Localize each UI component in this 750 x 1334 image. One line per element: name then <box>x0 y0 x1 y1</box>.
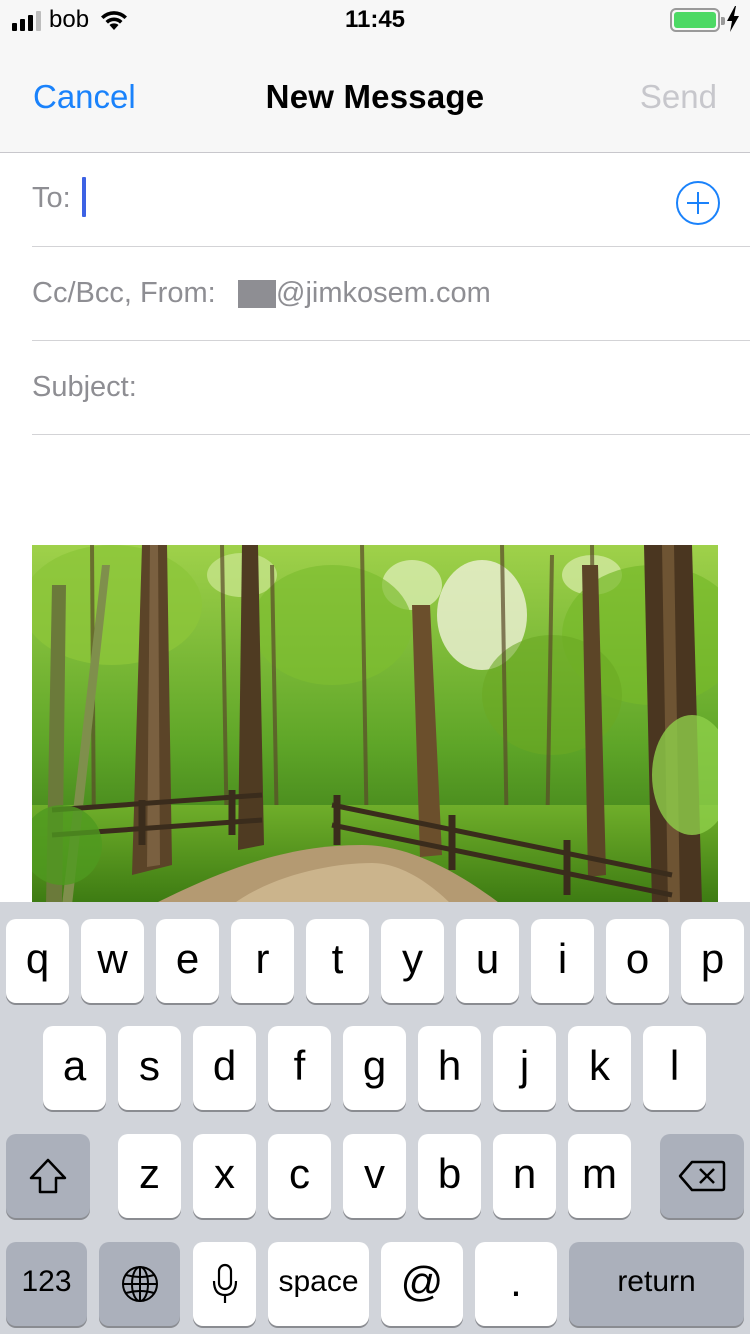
key-r[interactable]: r <box>231 919 294 1003</box>
key-label: @ <box>400 1258 444 1305</box>
key-c[interactable]: c <box>268 1134 331 1218</box>
key-z[interactable]: z <box>118 1134 181 1218</box>
key-label: e <box>175 935 200 982</box>
key-m[interactable]: m <box>568 1134 631 1218</box>
to-field[interactable]: To: <box>32 153 750 247</box>
key-label: u <box>475 935 500 982</box>
key-label: s <box>139 1042 160 1089</box>
key-label: r <box>255 935 270 982</box>
key-label: 123 <box>21 1265 72 1298</box>
key-p[interactable]: p <box>681 919 744 1003</box>
key-j[interactable]: j <box>493 1026 556 1110</box>
key-label: p <box>700 935 725 982</box>
battery-icon <box>670 8 725 32</box>
numbers-key[interactable]: 123 <box>6 1242 87 1326</box>
key-label: d <box>212 1042 237 1089</box>
delete-key[interactable] <box>660 1134 744 1218</box>
key-label: g <box>362 1042 387 1089</box>
forest-photo-drawing <box>32 545 718 905</box>
key-label: j <box>519 1042 530 1089</box>
key-o[interactable]: o <box>606 919 669 1003</box>
shift-key[interactable] <box>6 1134 90 1218</box>
from-email: @jimkosem.com <box>276 277 491 309</box>
key-g[interactable]: g <box>343 1026 406 1110</box>
delete-icon <box>678 1160 726 1192</box>
key-label: v <box>364 1150 385 1197</box>
key-b[interactable]: b <box>418 1134 481 1218</box>
key-w[interactable]: w <box>81 919 144 1003</box>
to-label: To: <box>32 182 71 214</box>
key-label: m <box>582 1150 617 1197</box>
key-label: t <box>331 935 344 982</box>
shift-icon <box>29 1158 67 1194</box>
key-u[interactable]: u <box>456 919 519 1003</box>
key-f[interactable]: f <box>268 1026 331 1110</box>
return-key[interactable]: return <box>569 1242 744 1326</box>
key-label: n <box>512 1150 537 1197</box>
cc-bcc-from-label: Cc/Bcc, From: <box>32 277 216 309</box>
key-label: return <box>617 1265 696 1298</box>
microphone-icon <box>212 1263 237 1303</box>
status-time: 11:45 <box>344 6 406 33</box>
globe-key[interactable] <box>99 1242 180 1326</box>
key-t[interactable]: t <box>306 919 369 1003</box>
battery-cap <box>721 17 725 25</box>
key-l[interactable]: l <box>643 1026 706 1110</box>
key-label: y <box>402 935 423 982</box>
key-s[interactable]: s <box>118 1026 181 1110</box>
battery-fill <box>674 12 716 28</box>
key-label: w <box>97 935 128 982</box>
subject-label: Subject: <box>32 371 137 403</box>
page-title: New Message <box>265 78 485 115</box>
key-label: q <box>25 935 50 982</box>
navigation-bar: Cancel New Message Send <box>0 40 750 153</box>
microphone-key[interactable] <box>193 1242 256 1326</box>
keyboard: q w e r t y u i o p a s d f g h j k l z … <box>0 902 750 1334</box>
key-label: o <box>625 935 650 982</box>
key-e[interactable]: e <box>156 919 219 1003</box>
key-q[interactable]: q <box>6 919 69 1003</box>
key-x[interactable]: x <box>193 1134 256 1218</box>
forest-photo[interactable] <box>32 545 718 905</box>
add-contact-icon[interactable] <box>676 181 720 225</box>
key-y[interactable]: y <box>381 919 444 1003</box>
text-cursor <box>82 177 86 217</box>
key-label: z <box>139 1150 160 1197</box>
key-label: . <box>510 1258 522 1305</box>
key-label: space <box>278 1265 359 1298</box>
key-d[interactable]: d <box>193 1026 256 1110</box>
key-label: f <box>293 1042 306 1089</box>
key-label: h <box>437 1042 462 1089</box>
period-key[interactable]: . <box>475 1242 557 1326</box>
at-key[interactable]: @ <box>381 1242 463 1326</box>
key-label: c <box>289 1150 310 1197</box>
key-k[interactable]: k <box>568 1026 631 1110</box>
space-key[interactable]: space <box>268 1242 369 1326</box>
charging-bolt-icon <box>727 6 739 32</box>
key-label: b <box>437 1150 462 1197</box>
subject-field[interactable]: Subject: <box>32 341 750 435</box>
send-button[interactable]: Send <box>640 78 717 116</box>
key-label: l <box>669 1042 680 1089</box>
key-label: i <box>557 935 568 982</box>
key-a[interactable]: a <box>43 1026 106 1110</box>
cc-bcc-from-field[interactable]: Cc/Bcc, From: @jimkosem.com <box>32 247 750 341</box>
key-n[interactable]: n <box>493 1134 556 1218</box>
key-h[interactable]: h <box>418 1026 481 1110</box>
key-label: x <box>214 1150 235 1197</box>
key-label: a <box>62 1042 87 1089</box>
key-v[interactable]: v <box>343 1134 406 1218</box>
globe-icon <box>121 1266 158 1302</box>
redacted-username <box>238 280 276 308</box>
key-label: k <box>589 1042 610 1089</box>
key-i[interactable]: i <box>531 919 594 1003</box>
status-bar: bob 11:45 <box>0 0 750 40</box>
